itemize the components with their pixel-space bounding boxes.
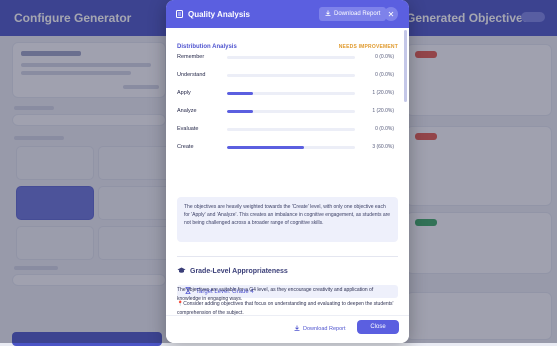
grade-level-suggestion-text: Consider adding objectives that focus on… <box>177 301 394 316</box>
modal-footer: Download Report Close <box>166 315 409 343</box>
close-button[interactable]: Close <box>357 320 399 334</box>
distribution-title: Distribution Analysis <box>177 44 237 50</box>
distribution-note: The objectives are heavily weighted towa… <box>177 197 398 242</box>
distribution-row-value: 1 (20.0%) <box>372 108 394 114</box>
modal-title: Quality Analysis <box>188 9 250 19</box>
distribution-row-label: Remember <box>177 54 205 60</box>
distribution-bar-track <box>227 145 355 149</box>
download-report-button-top[interactable]: Download Report <box>319 7 387 21</box>
distribution-row-label: Analyze <box>177 108 197 114</box>
download-report-label-bottom: Download Report <box>303 326 346 332</box>
distribution-bar-track <box>227 55 355 59</box>
distribution-row-analyze: Analyze 1 (20.0%) <box>177 106 398 116</box>
distribution-bar-fill <box>227 109 253 113</box>
modal-scrollbar[interactable] <box>404 30 407 102</box>
distribution-row-evaluate: Evaluate 0 (0.0%) <box>177 124 398 134</box>
graduation-cap-icon <box>177 267 186 276</box>
distribution-bar-track <box>227 91 355 95</box>
close-icon[interactable]: ✕ <box>384 7 398 21</box>
download-icon <box>294 325 300 333</box>
distribution-row-label: Apply <box>177 90 191 96</box>
modal-body[interactable]: Distribution Analysis NEEDS IMPROVEMENT … <box>166 28 409 315</box>
download-report-button-bottom[interactable]: Download Report <box>294 323 346 335</box>
section-divider <box>177 256 398 257</box>
distribution-row-create: Create 3 (60.0%) <box>177 142 398 152</box>
download-report-label-top: Download Report <box>334 11 381 17</box>
distribution-row-value: 0 (0.0%) <box>375 72 394 78</box>
download-icon <box>325 10 331 18</box>
distribution-row-label: Understand <box>177 72 206 78</box>
distribution-bar-track <box>227 109 355 113</box>
distribution-row-label: Create <box>177 144 194 150</box>
grade-level-title: Grade-Level Appropriateness <box>177 267 288 276</box>
distribution-bar-fill <box>227 91 253 95</box>
distribution-row-value: 0 (0.0%) <box>375 126 394 132</box>
distribution-bar-fill <box>227 145 304 149</box>
document-icon <box>175 10 184 19</box>
grade-level-title-text: Grade-Level Appropriateness <box>190 268 288 275</box>
distribution-bar-track <box>227 73 355 77</box>
distribution-section: Distribution Analysis NEEDS IMPROVEMENT … <box>177 40 398 242</box>
distribution-row-understand: Understand 0 (0.0%) <box>177 70 398 80</box>
distribution-row-value: 3 (60.0%) <box>372 144 394 150</box>
distribution-row-label: Evaluate <box>177 126 199 132</box>
distribution-bar-track <box>227 127 355 131</box>
status-badge: NEEDS IMPROVEMENT <box>338 44 398 50</box>
distribution-row-value: 0 (0.0%) <box>375 54 394 60</box>
quality-analysis-modal: Quality Analysis Download Report ✕ Distr… <box>166 0 409 343</box>
distribution-row-apply: Apply 1 (20.0%) <box>177 88 398 98</box>
distribution-row-value: 1 (20.0%) <box>372 90 394 96</box>
distribution-row-remember: Remember 0 (0.0%) <box>177 52 398 62</box>
